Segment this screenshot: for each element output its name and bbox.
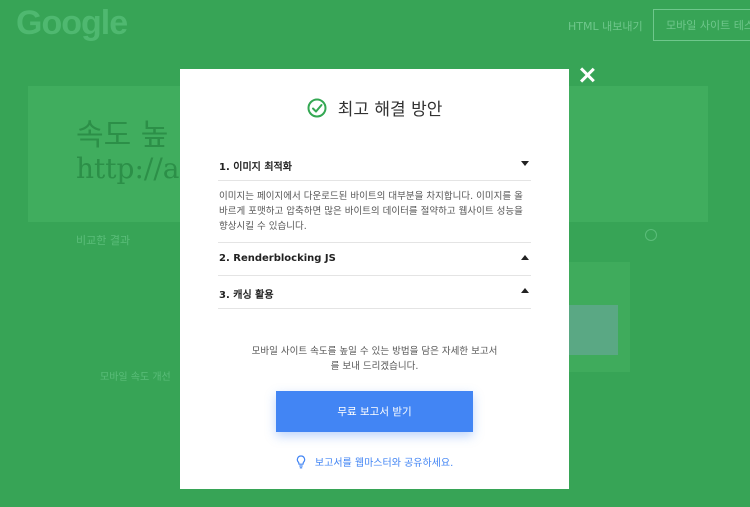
background-note: 비교한 결과 <box>76 234 131 247</box>
share-with-webmaster-link[interactable]: 보고서를 웹마스터와 공유하세요. <box>180 454 569 469</box>
google-logo: Google <box>16 4 128 42</box>
background-thumbnail <box>568 305 618 355</box>
background-url: http://a <box>76 152 180 185</box>
accordion-item-image-optimization[interactable]: 1. 이미지 최적화 <box>218 148 531 181</box>
caret-up-icon <box>521 255 529 260</box>
get-free-report-button[interactable]: 무료 보고서 받기 <box>276 391 473 432</box>
accordion-item-label: 3. 캐싱 활용 <box>219 290 274 301</box>
modal-header: 최고 해결 방안 <box>180 95 569 120</box>
share-label: 보고서를 웹마스터와 공유하세요. <box>314 458 454 469</box>
check-circle-icon <box>307 98 327 117</box>
background-note-2: 모바일 속도 개선 <box>100 372 171 383</box>
close-icon[interactable] <box>575 63 599 87</box>
background-title: 속도 높 <box>76 118 169 153</box>
accordion-item-body: 이미지는 페이지에서 다운로드된 바이트의 대부분을 차지합니다. 이미지를 올… <box>218 181 531 243</box>
best-practices-modal: 최고 해결 방안 1. 이미지 최적화 이미지는 페이지에서 다운로드된 바이트… <box>180 69 569 489</box>
modal-title: 최고 해결 방안 <box>337 100 443 120</box>
caret-up-icon <box>521 288 529 293</box>
caret-down-icon <box>521 161 529 166</box>
accordion-item-label: 1. 이미지 최적화 <box>219 162 292 173</box>
report-description: 모바일 사이트 속도를 높일 수 있는 방법을 담은 자세한 보고서를 보내 드… <box>251 346 498 372</box>
lightbulb-icon <box>296 454 305 468</box>
mobile-test-button: 모바일 사이트 테스트 <box>653 9 750 41</box>
export-link: HTML 내보내기 <box>568 20 643 33</box>
accordion-item-label: 2. Renderblocking JS <box>219 253 336 264</box>
accordion-item-caching[interactable]: 3. 캐싱 활용 <box>218 276 531 309</box>
accordion: 1. 이미지 최적화 이미지는 페이지에서 다운로드된 바이트의 대부분을 차지… <box>218 148 531 309</box>
accordion-item-renderblocking-js[interactable]: 2. Renderblocking JS <box>218 243 531 276</box>
info-icon <box>645 229 657 241</box>
